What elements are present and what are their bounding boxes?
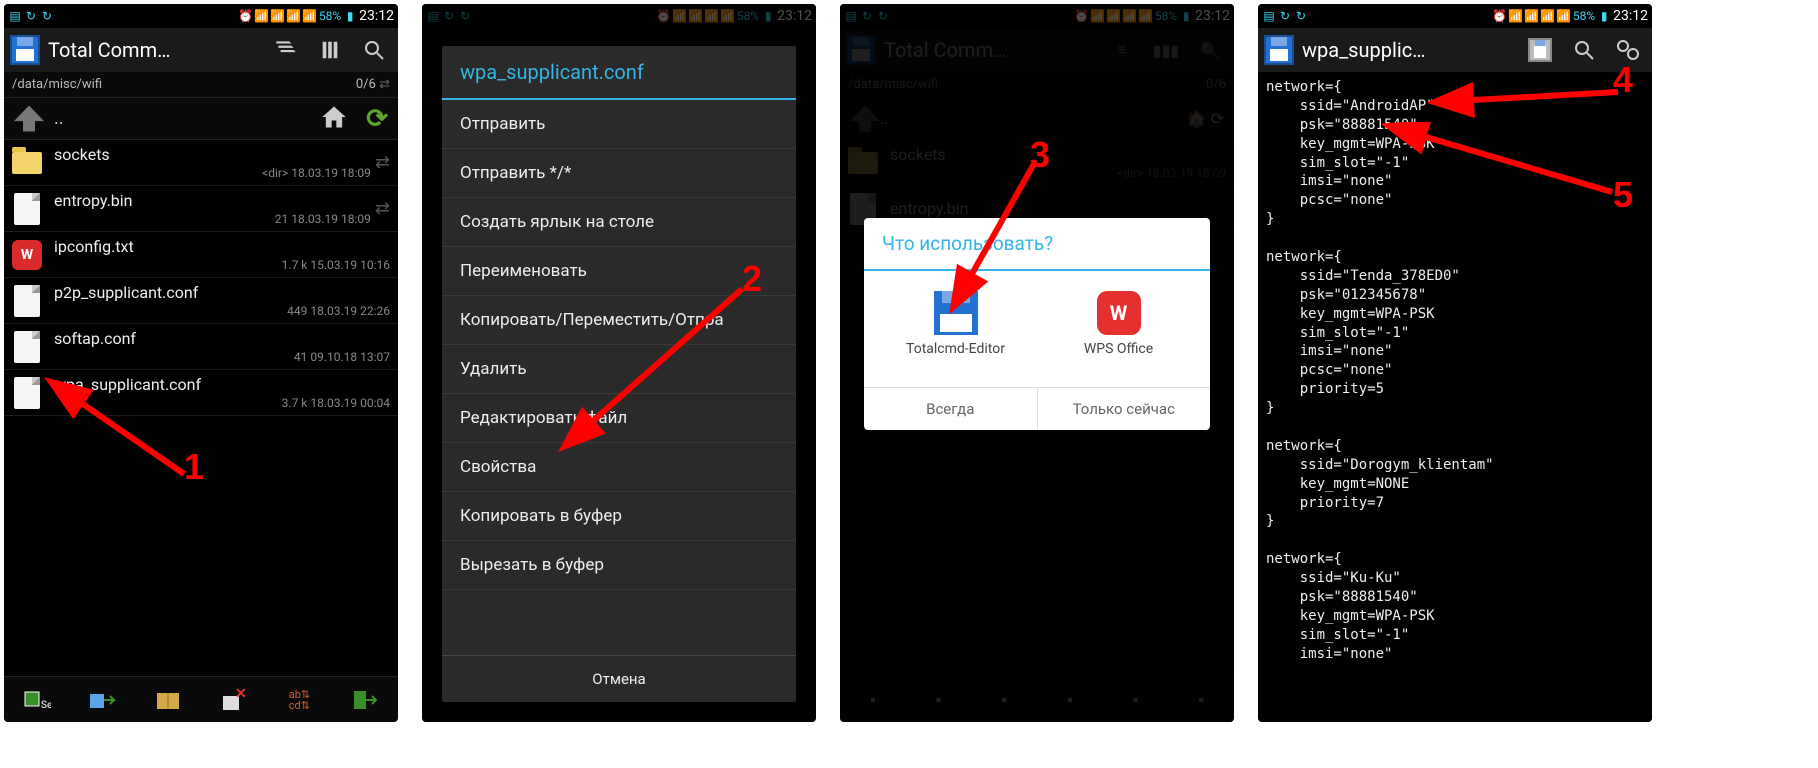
context-menu-title: wpa_supplicant.conf [442, 46, 796, 100]
search-icon[interactable] [1566, 32, 1602, 68]
parent-dir[interactable]: .. [54, 108, 64, 129]
wifi-icon: 📶 [255, 9, 269, 23]
context-menu: wpa_supplicant.conf Отправить Отправить … [442, 46, 796, 702]
file-name: softap.conf [54, 329, 390, 348]
chooser-wps-office[interactable]: W WPS Office [1059, 291, 1179, 357]
chevron-right-icon: ⇄ [375, 152, 390, 173]
pack-icon[interactable] [151, 685, 185, 715]
screen-3: ▤↻↻ ⏰📶📶📶📶58%▮23:12 Total Comm… ≡ ▮▮▮ 🔍 /… [840, 4, 1234, 722]
editor-title: wpa_supplic… [1302, 38, 1514, 62]
battery-pct: 58% [319, 9, 341, 23]
status-bar: ▤↻↻ ⏰📶📶📶📶58%▮23:12 [1258, 4, 1652, 28]
menu-send-all[interactable]: Отправить */* [442, 149, 796, 198]
status-bar: ▤ ↻ ↻ ⏰ 📶 📶 📶 📶 58% ▮ 23:12 [4, 4, 398, 28]
chooser-label: Totalcmd-Editor [906, 341, 1005, 357]
sync-icon: ↻ [40, 9, 54, 23]
exit-icon[interactable] [348, 685, 382, 715]
app-disk-icon [10, 35, 40, 65]
clock: 23:12 [359, 8, 394, 24]
battery-icon: ▮ [343, 9, 357, 23]
chooser-once-button[interactable]: Только сейчас [1038, 388, 1211, 430]
gallery-icon: ▤ [8, 9, 22, 23]
up-arrow-icon[interactable] [14, 106, 44, 132]
file-row[interactable]: wpa_supplicant.conf 3.7 k 18.03.19 00:04 [4, 370, 398, 416]
file-name: ipconfig.txt [54, 237, 390, 256]
history-icon[interactable] [268, 32, 304, 68]
wps-icon: W [12, 240, 42, 270]
menu-delete[interactable]: Удалить [442, 345, 796, 394]
path-text: /data/misc/wifi [12, 77, 102, 92]
title-bar: wpa_supplic… [1258, 28, 1652, 72]
select-icon[interactable]: Sel [20, 685, 54, 715]
file-meta: 41 09.10.18 13:07 [54, 350, 390, 364]
menu-cut-clipboard[interactable]: Вырезать в буфер [442, 541, 796, 590]
bookmarks-icon[interactable] [312, 32, 348, 68]
path-bar[interactable]: /data/misc/wifi 0/6 ⇄ [4, 72, 398, 98]
file-row[interactable]: p2p_supplicant.conf 449 18.03.19 22:26 [4, 278, 398, 324]
file-name: sockets [54, 145, 371, 164]
menu-rename[interactable]: Переименовать [442, 247, 796, 296]
chooser-totalcmd-editor[interactable]: Totalcmd-Editor [896, 291, 1016, 357]
file-list[interactable]: sockets <dir> 18.03.19 18:09 ⇄ entropy.bin… [4, 140, 398, 676]
bottom-toolbar: Sel ✕ ab⇅cd⇅ [4, 676, 398, 722]
menu-send[interactable]: Отправить [442, 100, 796, 149]
chevron-right-icon: ⇄ [375, 198, 390, 219]
title-bar: Total Comm… [4, 28, 398, 72]
file-name: wpa_supplicant.conf [54, 375, 390, 394]
menu-shortcut[interactable]: Создать ярлык на столе [442, 198, 796, 247]
svg-text:✕: ✕ [235, 688, 247, 702]
menu-edit-file[interactable]: Редактировать файл [442, 394, 796, 443]
menu-properties[interactable]: Свойства [442, 443, 796, 492]
svg-text:Sel: Sel [41, 700, 51, 711]
alarm-icon: ⏰ [239, 9, 253, 23]
chooser-always-button[interactable]: Всегда [864, 388, 1038, 430]
file-icon [14, 285, 40, 317]
folder-icon [12, 152, 42, 174]
file-row[interactable]: sockets <dir> 18.03.19 18:09 ⇄ [4, 140, 398, 186]
copy-icon[interactable] [85, 685, 119, 715]
wps-office-icon: W [1097, 291, 1141, 335]
signal-icon: 📶 [271, 9, 285, 23]
menu-cancel[interactable]: Отмена [442, 655, 796, 702]
home-icon[interactable] [320, 103, 348, 135]
search-icon[interactable] [356, 32, 392, 68]
file-meta: 1.7 k 15.03.19 10:16 [54, 258, 390, 272]
app-disk-icon [1264, 35, 1294, 65]
delete-icon[interactable]: ✕ [217, 685, 251, 715]
file-icon [14, 193, 40, 225]
signal-icon: 📶 [287, 9, 301, 23]
file-row[interactable]: softap.conf 41 09.10.18 13:07 [4, 324, 398, 370]
file-meta: 449 18.03.19 22:26 [54, 304, 390, 318]
chooser-title: Что использовать? [864, 218, 1210, 271]
menu-copy-move[interactable]: Копировать/Переместить/Отпра [442, 296, 796, 345]
app-chooser: Что использовать? Totalcmd-Editor W WPS … [864, 218, 1210, 430]
replace-icon[interactable] [1610, 32, 1646, 68]
file-icon [14, 377, 40, 409]
save-icon[interactable] [1522, 32, 1558, 68]
menu-copy-clipboard[interactable]: Копировать в буфер [442, 492, 796, 541]
file-meta: 3.7 k 18.03.19 00:04 [54, 396, 390, 410]
file-meta: <dir> 18.03.19 18:09 [54, 166, 371, 180]
signal-icon: 📶 [303, 9, 317, 23]
refresh-icon[interactable]: ⟳ [366, 104, 388, 134]
file-row[interactable]: entropy.bin 21 18.03.19 18:09 ⇄ [4, 186, 398, 232]
screen-4: ▤↻↻ ⏰📶📶📶📶58%▮23:12 wpa_supplic… network=… [1258, 4, 1652, 722]
editor-content[interactable]: network={ ssid="AndroidAP" psk="88881540… [1258, 72, 1652, 722]
app-title: Total Comm… [48, 38, 260, 62]
file-icon [14, 331, 40, 363]
sync-icon: ↻ [24, 9, 38, 23]
chooser-label: WPS Office [1084, 341, 1153, 357]
totalcmd-editor-icon [934, 291, 978, 335]
nav-toolbar: .. ⟳ [4, 98, 398, 140]
sort-icon[interactable]: ab⇅cd⇅ [282, 685, 316, 715]
file-row[interactable]: Wipconfig.txt 1.7 k 15.03.19 10:16 [4, 232, 398, 278]
screen-1: ▤ ↻ ↻ ⏰ 📶 📶 📶 📶 58% ▮ 23:12 Total Comm… … [4, 4, 398, 722]
file-counter: 0/6 [356, 77, 376, 92]
file-name: p2p_supplicant.conf [54, 283, 390, 302]
file-meta: 21 18.03.19 18:09 [54, 212, 371, 226]
file-name: entropy.bin [54, 191, 371, 210]
screen-2: ▤↻↻ ⏰📶📶📶📶58%▮23:12 wpa_supplicant.conf О… [422, 4, 816, 722]
